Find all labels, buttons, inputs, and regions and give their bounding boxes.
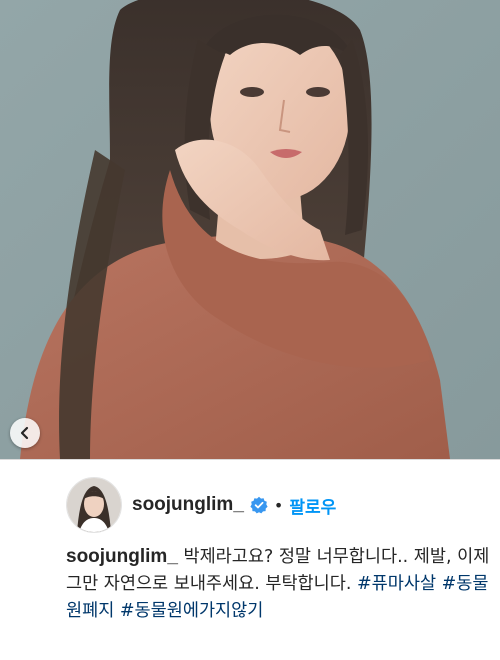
post-photo[interactable] [0, 0, 500, 459]
hashtag-link[interactable]: #퓨마사살 [357, 574, 436, 594]
portrait-image [0, 0, 500, 459]
caption: soojunglim_ 박제라고요? 정말 너무합니다.. 제발, 이제 그만 … [66, 543, 492, 625]
verified-badge-icon [250, 496, 268, 514]
hashtag-link[interactable]: #동물원에가지않기 [120, 601, 263, 621]
previous-photo-button[interactable] [10, 418, 40, 448]
divider [0, 459, 500, 460]
avatar-image [67, 478, 121, 532]
post-header: soojunglim_ • 팔로우 [66, 477, 486, 533]
chevron-left-icon [20, 426, 29, 440]
username-link[interactable]: soojunglim_ [132, 494, 244, 516]
follow-button[interactable]: 팔로우 [289, 493, 336, 518]
avatar[interactable] [66, 477, 122, 533]
post-details: soojunglim_ • 팔로우 soojunglim_ 박제라고요? 정말 … [0, 459, 500, 660]
caption-username[interactable]: soojunglim_ [66, 546, 178, 567]
separator-dot: • [273, 495, 284, 515]
